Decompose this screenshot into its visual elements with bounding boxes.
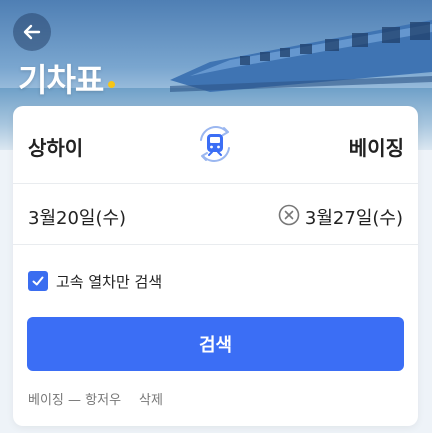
arrow-left-icon (23, 24, 41, 40)
recent-route-link[interactable]: 베이징 — 항저우 (28, 389, 121, 408)
high-speed-only-toggle[interactable]: 고속 열차만 검색 (28, 268, 162, 294)
swap-stations-button[interactable] (193, 122, 237, 166)
search-history: 베이징 — 항저우 삭제 (28, 389, 163, 408)
high-speed-only-checkbox[interactable] (28, 271, 48, 291)
page-title: 기차표 (18, 61, 104, 99)
checkmark-icon (32, 276, 44, 286)
train-swap-icon (200, 126, 230, 162)
route-row: 상하이 베이징 (13, 106, 418, 184)
arrival-city[interactable]: 베이징 (349, 132, 404, 161)
date-row: 3월20일(수) 3월27일(수) (13, 184, 418, 245)
search-button[interactable]: 검색 (27, 317, 404, 371)
departure-date[interactable]: 3월20일(수) (28, 204, 126, 230)
train-illustration (170, 20, 432, 92)
return-date[interactable]: 3월27일(수) (305, 204, 403, 230)
departure-city[interactable]: 상하이 (28, 132, 83, 161)
delete-history-button[interactable]: 삭제 (139, 389, 163, 408)
back-button[interactable] (13, 13, 51, 51)
search-card: 상하이 베이징 3월20일(수) 3월27일(수) 고속 열차만 검색 검색 베… (13, 106, 418, 426)
clear-return-date-button[interactable] (278, 204, 300, 226)
accent-dot (108, 81, 115, 88)
clear-circle-icon (278, 204, 300, 226)
high-speed-only-label: 고속 열차만 검색 (56, 272, 163, 291)
